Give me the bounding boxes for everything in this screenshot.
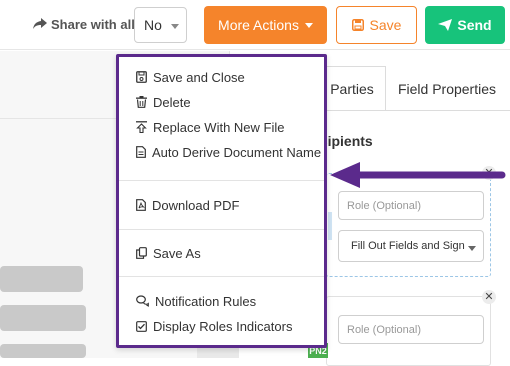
- paper-plane-icon: [438, 19, 453, 31]
- menu-item-auto-derive-document-name[interactable]: Auto Derive Document Name: [136, 141, 321, 163]
- copy-icon: [136, 247, 147, 259]
- menu-divider: [119, 276, 324, 277]
- menu-item-label: Auto Derive Document Name: [152, 144, 322, 160]
- share-with-all-select[interactable]: No: [134, 7, 187, 43]
- tab-parties[interactable]: Parties: [318, 66, 386, 111]
- role-input[interactable]: Role (Optional): [338, 315, 484, 344]
- save-button[interactable]: Save: [336, 6, 417, 44]
- menu-item-label: Delete: [153, 94, 191, 110]
- chevron-down-icon: [171, 24, 179, 29]
- document-icon: [136, 146, 146, 158]
- share-icon: [33, 18, 47, 29]
- share-label-text: Share with all:: [51, 16, 140, 32]
- menu-item-delete[interactable]: Delete: [136, 91, 191, 113]
- tab-field-properties-label: Field Properties: [397, 80, 497, 97]
- annotation-arrow: [330, 162, 506, 188]
- share-select-value: No: [144, 17, 162, 33]
- more-actions-label: More Actions: [218, 17, 299, 33]
- menu-item-save-and-close[interactable]: Save and Close: [136, 66, 245, 88]
- checkbox-icon: [136, 320, 147, 332]
- menu-item-download-pdf[interactable]: Download PDF: [136, 194, 239, 216]
- menu-item-label: Save As: [153, 245, 201, 261]
- send-button[interactable]: Send: [425, 6, 505, 44]
- upload-icon: [136, 121, 147, 133]
- menu-item-label: Replace With New File: [153, 119, 285, 135]
- menu-item-display-roles-indicators[interactable]: Display Roles Indicators: [136, 315, 292, 337]
- tabs-divider: [318, 110, 510, 111]
- recipient-action-value: Fill Out Fields and Sign: [351, 240, 465, 252]
- tab-field-properties[interactable]: Field Properties: [392, 66, 502, 111]
- close-icon[interactable]: ✕: [482, 290, 496, 304]
- menu-divider: [119, 180, 324, 181]
- chevron-down-icon: [304, 22, 313, 28]
- menu-divider: [119, 229, 324, 230]
- menu-item-label: Save and Close: [153, 69, 245, 85]
- chevron-down-icon: [468, 246, 476, 251]
- field-placeholder-bar: [0, 266, 83, 292]
- floppy-disk-icon: [351, 19, 364, 31]
- more-actions-menu: Save and Close Delete Replace With New F…: [116, 54, 327, 348]
- menu-item-label: Display Roles Indicators: [153, 318, 293, 334]
- chat-bubbles-icon: [136, 295, 149, 307]
- field-placeholder-bar: [0, 344, 86, 358]
- more-actions-button[interactable]: More Actions: [204, 6, 327, 44]
- save-button-label: Save: [369, 17, 402, 33]
- recipient-color-marker: [328, 212, 332, 240]
- menu-item-label: Download PDF: [152, 197, 240, 213]
- role-input-placeholder: Role (Optional): [347, 199, 421, 212]
- share-with-all-label: Share with all:: [33, 14, 139, 34]
- trash-icon: [136, 96, 147, 108]
- send-button-label: Send: [457, 17, 492, 33]
- menu-item-replace-with-new-file[interactable]: Replace With New File: [136, 116, 285, 138]
- menu-item-save-as[interactable]: Save As: [136, 242, 201, 264]
- role-input-placeholder: Role (Optional): [347, 323, 421, 336]
- tab-parties-label: Parties: [330, 81, 374, 97]
- menu-item-label: Notification Rules: [155, 293, 257, 309]
- pdf-file-icon: [136, 199, 146, 211]
- field-placeholder-bar: [0, 305, 86, 331]
- recipient-action-select[interactable]: Fill Out Fields and Sign: [338, 230, 484, 262]
- menu-item-notification-rules[interactable]: Notification Rules: [136, 290, 256, 312]
- role-input[interactable]: Role (Optional): [338, 191, 484, 220]
- save-icon: [136, 71, 147, 83]
